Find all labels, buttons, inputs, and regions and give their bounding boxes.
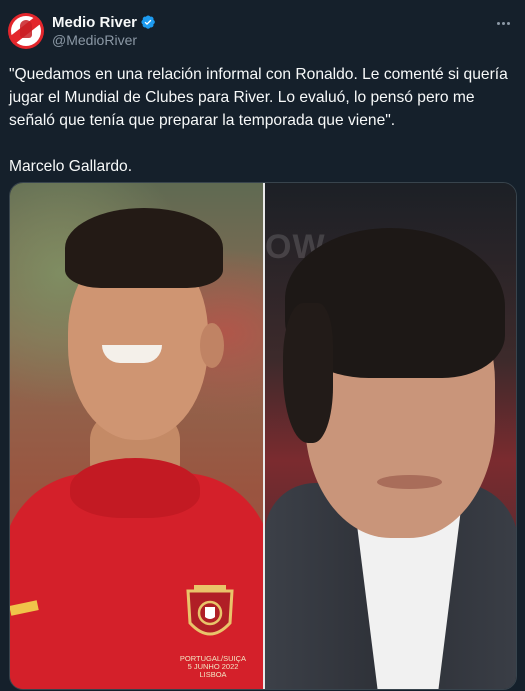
match-caption: PORTUGAL/SUIÇA 5 JUNHO 2022 LISBOA	[179, 654, 247, 679]
tweet-quote: "Quedamos en una relación informal con R…	[9, 66, 508, 129]
tweet-media[interactable]: PORTUGAL/SUIÇA 5 JUNHO 2022 LISBOA OW	[9, 182, 517, 690]
display-name[interactable]: Medio River	[52, 14, 137, 31]
portugal-crest-icon	[186, 585, 234, 636]
verified-badge-icon	[141, 15, 155, 29]
photo-gallardo[interactable]: OW	[265, 183, 516, 689]
tweet-card: Medio River @MedioRiver "Quedamos en una…	[0, 0, 525, 691]
more-options-icon[interactable]	[491, 12, 515, 34]
avatar[interactable]	[8, 13, 44, 49]
tweet-text: "Quedamos en una relación informal con R…	[9, 63, 519, 178]
account-handle[interactable]: @MedioRiver	[52, 32, 137, 48]
tweet-signature: Marcelo Gallardo.	[9, 158, 133, 175]
author-name-row: Medio River	[52, 13, 156, 31]
photo-ronaldo[interactable]: PORTUGAL/SUIÇA 5 JUNHO 2022 LISBOA	[10, 183, 272, 689]
